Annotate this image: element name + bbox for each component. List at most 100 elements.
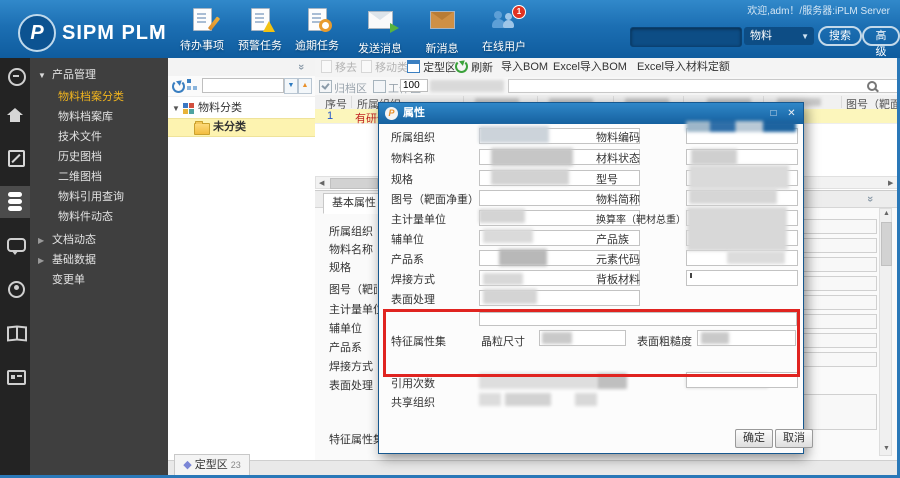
chat-icon[interactable]	[7, 238, 26, 255]
scrollbar-thumb[interactable]	[330, 178, 378, 189]
remove-button[interactable]: 移去	[321, 60, 357, 75]
header-search-input[interactable]	[630, 27, 742, 47]
filter-bar: 归档区 工作区	[315, 77, 900, 96]
scroll-left-icon[interactable]: ◀	[319, 179, 324, 187]
folder-icon	[194, 121, 210, 135]
app-window: 欢迎,adm！/服务器:iPLM Server P SIPM PLM ▼ 待办事…	[0, 0, 900, 478]
redacted-value	[479, 209, 525, 223]
refresh-icon	[455, 60, 468, 73]
close-button[interactable]: ✕	[784, 106, 799, 121]
user-circle-icon[interactable]	[8, 281, 25, 298]
move-class-button[interactable]: 移动类	[361, 60, 408, 75]
import-bom-button[interactable]: 导入BOM	[501, 60, 548, 75]
archive-area-label: 归档区	[334, 83, 367, 95]
shared-org-label: 共享组织	[391, 397, 435, 409]
collapse-detail-icon[interactable]: »	[864, 196, 876, 202]
welcome-text: 欢迎,adm！/服务器:iPLM Server	[747, 6, 890, 17]
database-icon[interactable]	[8, 192, 22, 211]
redacted-value	[686, 121, 796, 132]
tree-root-item[interactable]: ▼ 物料分类	[168, 100, 315, 117]
dialog-logo-icon: P	[385, 107, 398, 120]
tree-view-icon[interactable]	[187, 79, 198, 91]
status-bar: ◆ 定型区 23	[168, 454, 900, 477]
toolbar-separator	[448, 61, 450, 73]
excel-import-quota-button[interactable]: Excel导入材料定额	[637, 60, 730, 75]
todo-tasks-icon	[189, 8, 220, 34]
overdue-tasks-button[interactable]: 逾期任务	[288, 6, 346, 54]
tree-filter-input[interactable]	[202, 78, 284, 93]
tree-refresh-icon[interactable]	[172, 80, 185, 93]
redacted-value	[483, 229, 533, 243]
redacted-value	[542, 332, 572, 344]
idcard-icon[interactable]	[7, 370, 26, 385]
scroll-up-icon[interactable]: ▲	[883, 210, 890, 217]
ok-button[interactable]: 确定	[735, 429, 773, 448]
redacted-value	[491, 148, 573, 166]
search-button[interactable]: 搜索	[818, 26, 862, 46]
redacted-value	[575, 393, 597, 406]
redacted-value	[689, 165, 789, 189]
page-size-input[interactable]	[400, 79, 428, 92]
sidebar: ▼ 产品管理 物料档案分类 物料档案库 技术文件 历史图档 二维图档 物料引用查询…	[30, 58, 168, 475]
app-header: 欢迎,adm！/服务器:iPLM Server P SIPM PLM ▼ 待办事…	[0, 0, 900, 59]
field-input[interactable]	[686, 270, 798, 286]
sort-down-button[interactable]: ▼	[284, 78, 298, 94]
feature-set-input[interactable]	[479, 312, 797, 326]
maximize-button[interactable]: □	[766, 106, 781, 121]
list-search-input[interactable]	[508, 79, 900, 93]
scroll-down-icon[interactable]: ▼	[883, 445, 890, 452]
collapse-panel-icon[interactable]: »	[295, 64, 307, 70]
advanced-search-button[interactable]: 高级	[862, 26, 900, 58]
online-users-button[interactable]: 在线用户 1	[475, 5, 533, 54]
tab-basic-attributes[interactable]: 基本属性	[323, 193, 385, 214]
search-category-select[interactable]: 物料 ▼	[744, 27, 814, 45]
refresh-button[interactable]: 刷新	[455, 60, 493, 75]
scrollbar-thumb[interactable]	[881, 222, 892, 266]
tree-toolbar: ▼ ▲	[168, 76, 315, 97]
new-message-icon	[429, 11, 455, 37]
cancel-button[interactable]: 取消	[775, 429, 813, 448]
tick-mark	[690, 273, 692, 278]
send-message-button[interactable]: 发送消息	[351, 6, 409, 55]
edit-icon[interactable]	[8, 150, 25, 167]
excel-import-bom-button[interactable]: Excel导入BOM	[553, 60, 627, 75]
window-icon	[407, 60, 420, 73]
vertical-scrollbar[interactable]: ▲ ▼	[879, 208, 892, 456]
redacted-value	[499, 249, 547, 266]
search-icon[interactable]	[867, 81, 877, 91]
properties-dialog: P 属性 □ ✕ 所属组织 物料名称 规格 图号（靶面净重） 主计量单位 辅单位…	[378, 102, 813, 454]
sidebar-group-product[interactable]: ▼ 产品管理	[30, 66, 168, 85]
alert-tasks-button[interactable]: 预警任务	[231, 6, 289, 54]
archive-area-checkbox[interactable]	[319, 80, 332, 93]
new-message-button[interactable]: 新消息	[413, 6, 471, 55]
dialog-title: 属性	[403, 107, 425, 119]
send-message-icon	[367, 11, 399, 37]
sidebar-group-base[interactable]: ▶ 基础数据	[30, 251, 168, 270]
overdue-tasks-icon	[304, 8, 332, 34]
redacted-value	[701, 332, 729, 344]
redacted-value	[687, 207, 787, 251]
feature-set-label: 特征属性集	[329, 434, 384, 446]
grain-size-label: 晶粒尺寸	[481, 336, 525, 348]
sidebar-item-change-order[interactable]: 变更单	[30, 271, 168, 290]
quick-search-icon[interactable]	[8, 68, 26, 86]
chevron-down-icon: ▼	[801, 32, 809, 41]
tree-expanded-icon: ▼	[38, 71, 46, 80]
book-icon[interactable]	[7, 325, 27, 344]
home-icon[interactable]	[7, 108, 23, 122]
tree-item-unclassified[interactable]: 未分类	[168, 118, 315, 137]
ref-count-label: 引用次数	[391, 378, 435, 390]
panel-toolbar: »	[168, 58, 315, 77]
redacted-value	[491, 169, 569, 185]
todo-tasks-button[interactable]: 待办事项	[173, 6, 231, 54]
redacted-value	[505, 393, 551, 406]
scroll-right-icon[interactable]: ▶	[888, 179, 893, 187]
app-logo[interactable]: P	[18, 14, 56, 52]
work-area-checkbox[interactable]	[373, 80, 386, 93]
sidebar-group-doc[interactable]: ▶ 文档动态	[30, 231, 168, 250]
left-icon-rail	[0, 58, 30, 475]
logo-menu-caret-icon[interactable]: ▼	[152, 29, 161, 39]
diamond-icon: ◆	[183, 459, 192, 471]
fixed-area-tab[interactable]: ◆ 定型区 23	[174, 454, 250, 477]
sort-up-button[interactable]: ▲	[298, 78, 312, 94]
